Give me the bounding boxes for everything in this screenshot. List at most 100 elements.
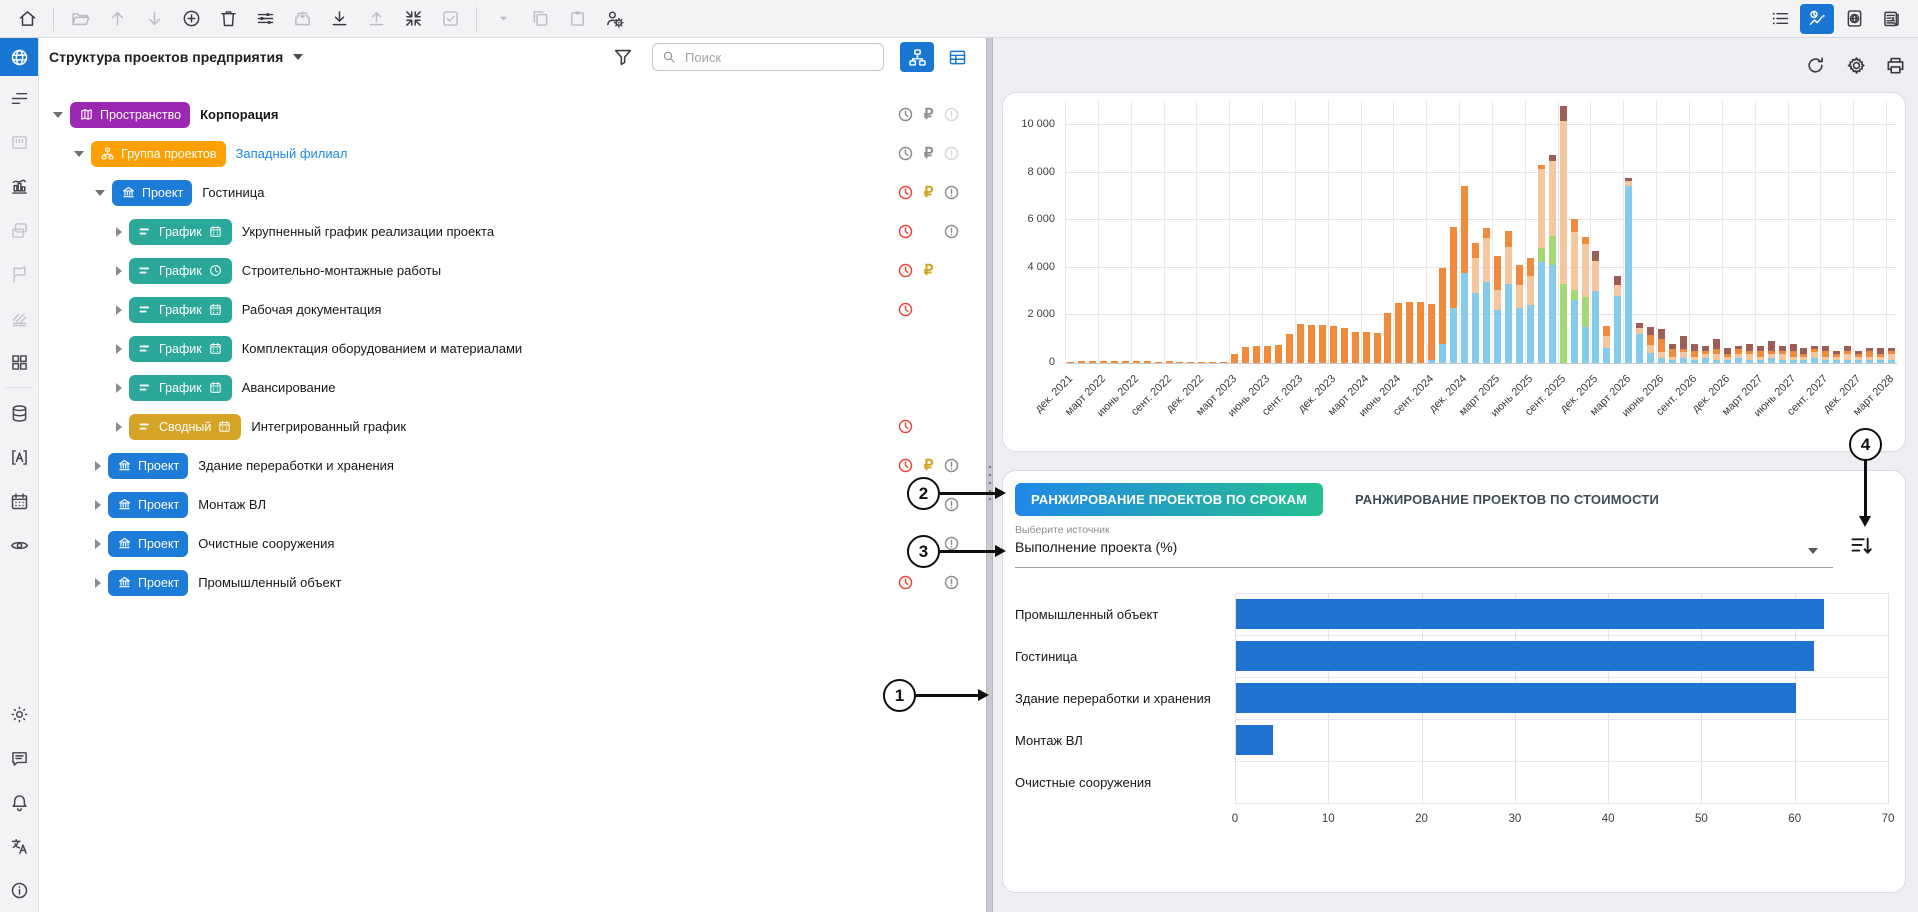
home-button[interactable] <box>10 4 44 34</box>
sidebar-chart-columns-button[interactable] <box>0 164 38 208</box>
news-report-button[interactable] <box>1874 4 1908 34</box>
download-button[interactable] <box>322 4 356 34</box>
checkbox-button[interactable] <box>433 4 467 34</box>
web-doc-button[interactable] <box>1837 4 1871 34</box>
source-select-value[interactable]: Выполнение проекта (%) <box>1015 539 1177 555</box>
node-label[interactable]: Промышленный объект <box>198 575 341 590</box>
paste-button[interactable] <box>560 4 594 34</box>
expand-caret-icon[interactable] <box>116 305 122 315</box>
histogram-bar-segment <box>1647 353 1654 363</box>
sidebar-layers-button[interactable] <box>0 208 38 252</box>
node-label[interactable]: Авансирование <box>242 380 336 395</box>
filter-button[interactable] <box>608 43 638 71</box>
sidebar-comment-button[interactable] <box>0 736 38 780</box>
tree-row[interactable]: ГрафикСтроительно-монтажные работы₽ <box>39 251 986 290</box>
caret-down-button[interactable] <box>486 4 520 34</box>
node-label[interactable]: Очистные сооружения <box>198 536 334 551</box>
histogram-plot <box>1065 101 1897 364</box>
select-caret-icon[interactable] <box>1808 548 1818 554</box>
sidebar-bell-button[interactable] <box>0 780 38 824</box>
folder-open-button[interactable] <box>63 4 97 34</box>
node-label[interactable]: Комплектация оборудованием и материалами <box>242 341 522 356</box>
tree-row[interactable]: ГрафикУкрупненный график реализации прое… <box>39 212 986 251</box>
add-circle-button[interactable] <box>174 4 208 34</box>
sidebar-database-button[interactable] <box>0 391 38 435</box>
gridline <box>1459 101 1460 363</box>
tree-row[interactable]: ГрафикКомплектация оборудованием и матер… <box>39 329 986 368</box>
expand-caret-icon[interactable] <box>116 383 122 393</box>
histogram-bar-segment <box>1220 362 1227 363</box>
expand-caret-icon[interactable] <box>95 539 101 549</box>
arrow-down-icon <box>144 8 165 29</box>
sidebar-theme-button[interactable] <box>0 692 38 736</box>
node-label[interactable]: Западный филиал <box>236 146 348 161</box>
sidebar-gantt-lines-button[interactable] <box>0 76 38 120</box>
expand-caret-icon[interactable] <box>95 578 101 588</box>
copy-button[interactable] <box>523 4 557 34</box>
histogram-bar-segment <box>1844 354 1851 359</box>
archive-box-button[interactable] <box>285 4 319 34</box>
collapse-arrows-button[interactable] <box>396 4 430 34</box>
tree-row[interactable]: Проект Промышленный объект <box>39 563 986 602</box>
settings-button[interactable] <box>1841 50 1871 80</box>
analytics-button[interactable] <box>1800 4 1834 34</box>
arrow-up-button[interactable] <box>100 4 134 34</box>
user-settings-button[interactable] <box>597 4 631 34</box>
sidebar-info-button[interactable] <box>0 868 38 912</box>
expand-caret-icon[interactable] <box>53 112 63 118</box>
title-caret-icon[interactable] <box>293 54 303 60</box>
sidebar-globe-button[interactable] <box>0 38 38 76</box>
node-label[interactable]: Интегрированный график <box>251 419 406 434</box>
expand-caret-icon[interactable] <box>116 266 122 276</box>
hierarchy-view-button[interactable] <box>900 42 934 72</box>
tree-row[interactable]: СводныйИнтегрированный график <box>39 407 986 446</box>
arrow-down-button[interactable] <box>137 4 171 34</box>
sidebar-hatching-button[interactable] <box>0 296 38 340</box>
node-label[interactable]: Корпорация <box>200 107 278 122</box>
expand-caret-icon[interactable] <box>116 344 122 354</box>
sidebar-grid-button[interactable] <box>0 340 38 384</box>
tree-row[interactable]: ПроектГостиница₽ <box>39 173 986 212</box>
expand-caret-icon[interactable] <box>116 227 122 237</box>
upload-button[interactable] <box>359 4 393 34</box>
panel-splitter[interactable] <box>986 38 993 912</box>
tree-row[interactable]: ПроектОчистные сооружения <box>39 524 986 563</box>
sidebar-eye-button[interactable] <box>0 523 38 567</box>
tree-row[interactable]: ПроектМонтаж ВЛ <box>39 485 986 524</box>
node-label[interactable]: Укрупненный график реализации проекта <box>242 224 494 239</box>
tree-row[interactable]: ПроектЗдание переработки и хранения₽ <box>39 446 986 485</box>
expand-caret-icon[interactable] <box>95 190 105 196</box>
tree-row[interactable]: ПространствоКорпорация₽ <box>39 95 986 134</box>
expand-caret-icon[interactable] <box>116 422 122 432</box>
filter-sliders-button[interactable] <box>248 4 282 34</box>
sidebar-calendar-button[interactable] <box>0 479 38 523</box>
search-box[interactable] <box>652 43 884 71</box>
tab-ranking-by-cost[interactable]: РАНЖИРОВАНИЕ ПРОЕКТОВ ПО СТОИМОСТИ <box>1355 483 1659 516</box>
search-input[interactable] <box>683 49 875 66</box>
node-label[interactable]: Строительно-монтажные работы <box>242 263 441 278</box>
tree-row[interactable]: ГрафикАвансирование <box>39 368 986 407</box>
print-button[interactable] <box>1880 50 1910 80</box>
gridline <box>1065 314 1897 315</box>
tree-title[interactable]: Структура проектов предприятия <box>49 49 283 65</box>
node-label[interactable]: Здание переработки и хранения <box>198 458 394 473</box>
project-badge: Проект <box>108 570 188 596</box>
sidebar-board-button[interactable] <box>0 120 38 164</box>
trash-button[interactable] <box>211 4 245 34</box>
tree-row[interactable]: ГрафикРабочая документация <box>39 290 986 329</box>
sidebar-text-attribute-button[interactable] <box>0 435 38 479</box>
refresh-button[interactable] <box>1800 50 1830 80</box>
sidebar-translate-button[interactable] <box>0 824 38 868</box>
list-view-button[interactable] <box>1763 4 1797 34</box>
expand-caret-icon[interactable] <box>74 151 84 157</box>
expand-caret-icon[interactable] <box>95 461 101 471</box>
tree-row[interactable]: Группа проектовЗападный филиал₽ <box>39 134 986 173</box>
expand-caret-icon[interactable] <box>95 500 101 510</box>
sort-descending-button[interactable] <box>1845 529 1877 561</box>
node-label[interactable]: Монтаж ВЛ <box>198 497 266 512</box>
tab-ranking-by-dates[interactable]: РАНЖИРОВАНИЕ ПРОЕКТОВ ПО СРОКАМ <box>1015 483 1323 516</box>
table-view-button[interactable] <box>940 42 974 72</box>
node-label[interactable]: Рабочая документация <box>242 302 382 317</box>
node-label[interactable]: Гостиница <box>202 185 264 200</box>
sidebar-flag-button[interactable] <box>0 252 38 296</box>
